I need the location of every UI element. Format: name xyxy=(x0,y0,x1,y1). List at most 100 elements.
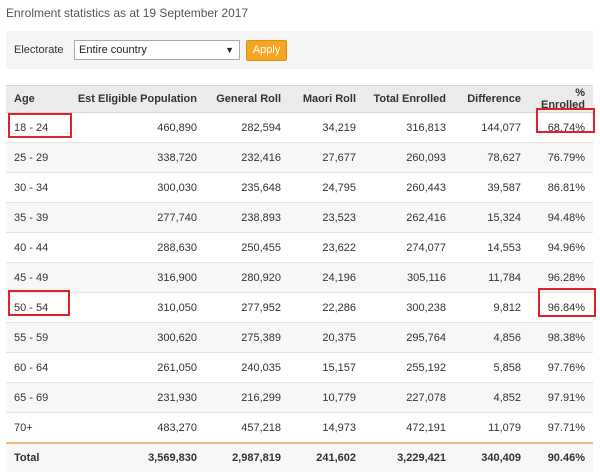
cell-maori-roll: 24,196 xyxy=(289,262,364,293)
cell-percent-enrolled: 98.38% xyxy=(529,322,593,353)
cell-age: 70+ xyxy=(6,412,62,444)
cell-age: 30 - 34 xyxy=(6,172,62,203)
cell-total-general-roll: 2,987,819 xyxy=(205,442,289,472)
column-header-general-roll: General Roll xyxy=(205,85,289,113)
cell-total-enrolled: 262,416 xyxy=(364,202,454,233)
cell-age: 65 - 69 xyxy=(6,382,62,413)
cell-difference: 11,079 xyxy=(454,412,529,444)
table-row: 40 - 44 288,630 250,455 23,622 274,077 1… xyxy=(6,232,593,263)
table-row: 45 - 49 316,900 280,920 24,196 305,116 1… xyxy=(6,262,593,293)
cell-maori-roll: 20,375 xyxy=(289,322,364,353)
electorate-select[interactable]: Entire country ▼ xyxy=(74,40,240,60)
cell-total-enrolled: 260,093 xyxy=(364,142,454,173)
cell-eligible: 300,620 xyxy=(62,322,205,353)
column-header-age: Age xyxy=(6,85,62,113)
cell-maori-roll: 15,157 xyxy=(289,352,364,383)
cell-maori-roll: 23,523 xyxy=(289,202,364,233)
cell-percent-enrolled: 86.81% xyxy=(529,172,593,203)
cell-percent-enrolled: 94.48% xyxy=(529,202,593,233)
cell-maori-roll: 27,677 xyxy=(289,142,364,173)
cell-age: 60 - 64 xyxy=(6,352,62,383)
cell-percent-enrolled: 94.96% xyxy=(529,232,593,263)
table-row: 50 - 54 310,050 277,952 22,286 300,238 9… xyxy=(6,292,593,323)
cell-percent-enrolled: 97.76% xyxy=(529,352,593,383)
cell-eligible: 460,890 xyxy=(62,112,205,143)
cell-difference: 14,553 xyxy=(454,232,529,263)
cell-general-roll: 235,648 xyxy=(205,172,289,203)
cell-eligible: 231,930 xyxy=(62,382,205,413)
cell-total-total-enrolled: 3,229,421 xyxy=(364,442,454,472)
table-row: 35 - 39 277,740 238,893 23,523 262,416 1… xyxy=(6,202,593,233)
cell-eligible: 316,900 xyxy=(62,262,205,293)
apply-button[interactable]: Apply xyxy=(246,40,287,61)
cell-eligible: 483,270 xyxy=(62,412,205,444)
highlight-box-percent-68-74 xyxy=(536,108,595,133)
cell-maori-roll: 10,779 xyxy=(289,382,364,413)
cell-maori-roll: 22,286 xyxy=(289,292,364,323)
cell-total-enrolled: 295,764 xyxy=(364,322,454,353)
table-row: 25 - 29 338,720 232,416 27,677 260,093 7… xyxy=(6,142,593,173)
cell-age: 55 - 59 xyxy=(6,322,62,353)
cell-difference: 144,077 xyxy=(454,112,529,143)
table-row: 30 - 34 300,030 235,648 24,795 260,443 3… xyxy=(6,172,593,203)
chevron-down-icon: ▼ xyxy=(225,45,234,55)
cell-eligible: 261,050 xyxy=(62,352,205,383)
cell-maori-roll: 24,795 xyxy=(289,172,364,203)
cell-general-roll: 240,035 xyxy=(205,352,289,383)
cell-total-label: Total xyxy=(6,442,62,472)
cell-total-percent-enrolled: 90.46% xyxy=(529,442,593,472)
column-header-total-enrolled: Total Enrolled xyxy=(364,85,454,113)
cell-general-roll: 457,218 xyxy=(205,412,289,444)
cell-difference: 9,812 xyxy=(454,292,529,323)
cell-maori-roll: 14,973 xyxy=(289,412,364,444)
electorate-label: Electorate xyxy=(14,44,64,56)
cell-eligible: 300,030 xyxy=(62,172,205,203)
table-row: 18 - 24 460,890 282,594 34,219 316,813 1… xyxy=(6,112,593,143)
cell-difference: 4,852 xyxy=(454,382,529,413)
highlight-box-percent-98-38 xyxy=(538,288,596,317)
cell-age: 45 - 49 xyxy=(6,262,62,293)
cell-total-enrolled: 227,078 xyxy=(364,382,454,413)
cell-total-enrolled: 472,191 xyxy=(364,412,454,444)
table-row: 60 - 64 261,050 240,035 15,157 255,192 5… xyxy=(6,352,593,383)
cell-age: 25 - 29 xyxy=(6,142,62,173)
cell-total-enrolled: 316,813 xyxy=(364,112,454,143)
electorate-selected-value: Entire country xyxy=(79,44,147,56)
cell-total-eligible: 3,569,830 xyxy=(62,442,205,472)
cell-difference: 39,587 xyxy=(454,172,529,203)
cell-general-roll: 216,299 xyxy=(205,382,289,413)
highlight-box-age-18-24 xyxy=(8,113,72,138)
cell-difference: 15,324 xyxy=(454,202,529,233)
cell-general-roll: 275,389 xyxy=(205,322,289,353)
column-header-eligible: Est Eligible Population xyxy=(62,85,205,113)
cell-total-enrolled: 274,077 xyxy=(364,232,454,263)
cell-difference: 5,858 xyxy=(454,352,529,383)
cell-eligible: 338,720 xyxy=(62,142,205,173)
column-header-difference: Difference xyxy=(454,85,529,113)
cell-maori-roll: 34,219 xyxy=(289,112,364,143)
cell-maori-roll: 23,622 xyxy=(289,232,364,263)
cell-total-enrolled: 305,116 xyxy=(364,262,454,293)
cell-eligible: 310,050 xyxy=(62,292,205,323)
table-header-row: Age Est Eligible Population General Roll… xyxy=(6,85,593,113)
cell-difference: 78,627 xyxy=(454,142,529,173)
cell-general-roll: 277,952 xyxy=(205,292,289,323)
highlight-box-age-55-59 xyxy=(8,290,70,316)
cell-general-roll: 238,893 xyxy=(205,202,289,233)
table-row: 55 - 59 300,620 275,389 20,375 295,764 4… xyxy=(6,322,593,353)
cell-general-roll: 280,920 xyxy=(205,262,289,293)
page-heading: Enrolment statistics as at 19 September … xyxy=(6,6,249,20)
cell-total-enrolled: 255,192 xyxy=(364,352,454,383)
cell-difference: 4,856 xyxy=(454,322,529,353)
enrolment-table: Age Est Eligible Population General Roll… xyxy=(6,85,593,472)
cell-general-roll: 232,416 xyxy=(205,142,289,173)
cell-percent-enrolled: 76.79% xyxy=(529,142,593,173)
cell-total-enrolled: 260,443 xyxy=(364,172,454,203)
cell-difference: 11,784 xyxy=(454,262,529,293)
cell-percent-enrolled: 97.71% xyxy=(529,412,593,444)
cell-eligible: 288,630 xyxy=(62,232,205,263)
filter-panel: Electorate Entire country ▼ Apply xyxy=(6,31,593,69)
column-header-maori-roll: Maori Roll xyxy=(289,85,364,113)
cell-total-difference: 340,409 xyxy=(454,442,529,472)
cell-percent-enrolled: 97.91% xyxy=(529,382,593,413)
